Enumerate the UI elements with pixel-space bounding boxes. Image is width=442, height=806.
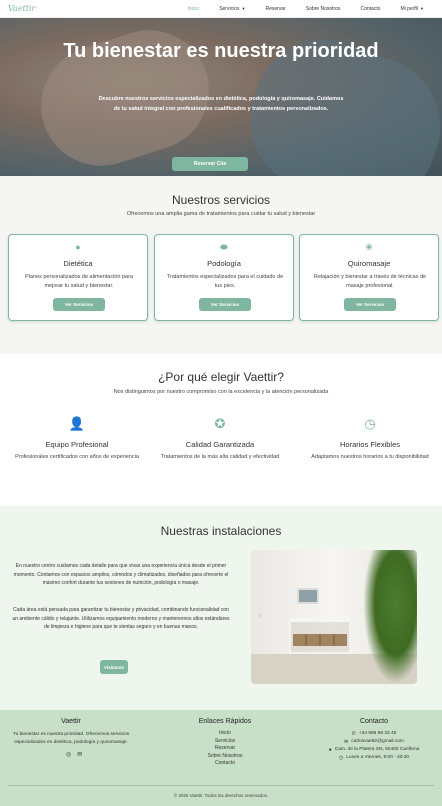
- footer-contact: ✆ +34 686 98 33 45 ✉ carlosvaettir@gmail.c…: [318, 730, 430, 762]
- section-subtitle: Ofrecemos una amplia gama de tratamiento…: [126, 211, 316, 217]
- footer-link-sobre-nosotros[interactable]: Sobre Nosotros: [185, 753, 265, 761]
- footer-link-reservar[interactable]: Reservar: [185, 745, 265, 753]
- apple-icon: ●: [75, 242, 81, 252]
- chevron-down-icon: ▼: [420, 6, 424, 11]
- footer-contact-title: Contacto: [359, 718, 389, 725]
- footer-link-contacto[interactable]: Contacto: [185, 760, 265, 768]
- footer-about-title: Vaettir: [61, 718, 81, 725]
- plant: [363, 550, 417, 684]
- footer-divider: [8, 785, 434, 786]
- clock-icon: ◷: [338, 755, 344, 761]
- reserve-appointment-button[interactable]: Reservar Cita: [172, 157, 248, 171]
- nav-item-inicio[interactable]: Inicio: [178, 6, 210, 12]
- footer: Vaettir Tu bienestar es nuestra priorida…: [0, 710, 442, 806]
- footer-links-title: Enlaces Rápidos: [198, 718, 252, 725]
- nav-item-label: Servicios: [219, 6, 240, 12]
- clock-icon: ◷: [364, 416, 376, 431]
- hero-subtitle: Descubre nuestros servicios especializad…: [98, 96, 344, 112]
- nav-item-servicios[interactable]: Servicios ▼: [209, 6, 255, 12]
- hero-title: Tu bienestar es nuestra prioridad: [63, 40, 379, 62]
- nav-item-sobre-nosotros[interactable]: Sobre Nosotros: [296, 6, 351, 12]
- facilities-paragraph: Cada área está pensada para garantizar t…: [12, 607, 230, 631]
- service-card-podologia: ⬬ Podología Tratamientos especializados …: [154, 234, 294, 321]
- chevron-down-icon: ▼: [241, 6, 246, 11]
- nav-item-mi-perfil[interactable]: Mi perfil ▼: [391, 6, 434, 12]
- footer-link-servicios[interactable]: Servicios: [185, 738, 265, 746]
- visit-us-button[interactable]: Visítanos: [100, 660, 128, 674]
- feature-description: Profesionales certificados con años de e…: [15, 454, 139, 460]
- nav-item-label: Mi perfil: [400, 6, 419, 12]
- facilities-paragraph: En nuestro centro cuidamos cada detalle …: [13, 563, 229, 587]
- card-description: Planes personalizados de alimentación pa…: [25, 274, 133, 289]
- feature-calidad: ✪ Calidad Garantizada Tratamientos de la…: [155, 416, 285, 462]
- card-title: Podología: [207, 259, 241, 268]
- feature-title: Equipo Profesional: [45, 440, 109, 449]
- feature-equipo: 👤 Equipo Profesional Profesionales certi…: [12, 416, 142, 462]
- card-description: Relajación y bienestar a través de técni…: [313, 274, 427, 289]
- view-services-button[interactable]: Ver Servicios: [53, 298, 105, 311]
- facilities-section: Nuestras instalaciones En nuestro centro…: [0, 506, 442, 710]
- pills-icon: ⬬: [220, 242, 228, 252]
- card-title: Quiromasaje: [347, 259, 391, 268]
- feature-title: Calidad Garantizada: [185, 440, 255, 449]
- instagram-icon[interactable]: ◎: [66, 751, 71, 758]
- location-icon: ●: [328, 747, 332, 753]
- logo[interactable]: Vaettir: [8, 4, 35, 13]
- navbar: Vaettir Inicio Servicios ▼ Reservar Sobre…: [0, 0, 442, 18]
- nav-item-contacto[interactable]: Contacto: [351, 6, 391, 12]
- section-title: ¿Por qué elegir Vaettir?: [158, 370, 284, 384]
- contact-address: ● Cam. de la Platera SN, 50400 Cariñena: [328, 747, 420, 753]
- card-description: Tratamientos especializados para el cuid…: [166, 274, 284, 289]
- contact-phone: ✆ +34 686 98 33 45: [351, 731, 397, 737]
- feature-description: Tratamientos de la más alta calidad y ef…: [160, 454, 280, 460]
- services-section: Nuestros servicios Ofrecemos una amplia …: [0, 176, 442, 354]
- why-section: ¿Por qué elegir Vaettir? Nos distinguimo…: [0, 354, 442, 506]
- copyright: © 2025 Vaettir. Todos los derechos reser…: [173, 793, 269, 798]
- card-title: Dietética: [63, 259, 93, 268]
- wall-picture: [297, 588, 319, 604]
- chevron-left-icon[interactable]: ‹: [259, 610, 262, 620]
- doctor-icon: 👤: [68, 416, 86, 431]
- feature-horarios: ◷ Horarios Flexibles Adaptamos nuestros …: [305, 416, 435, 462]
- section-title: Nuestros servicios: [171, 193, 271, 207]
- footer-about-text: Tu bienestar es nuestra prioridad. Ofrec…: [12, 732, 130, 745]
- hero: Tu bienestar es nuestra prioridad Descub…: [0, 18, 442, 176]
- social-links: ◎ ✉: [66, 751, 82, 758]
- mail-icon: ✉: [344, 739, 349, 745]
- facilities-carousel[interactable]: ‹: [251, 550, 417, 684]
- contact-email: ✉ carlosvaettir@gmail.com: [344, 739, 404, 745]
- lotus-icon: ❀: [365, 242, 373, 252]
- view-services-button[interactable]: Ver Servicios: [344, 298, 396, 311]
- feature-description: Adaptamos nuestros horarios a tu disponi…: [311, 454, 429, 460]
- contact-hours: ◷ Lunes a Viernes, 9:00 - 20:30: [338, 755, 410, 761]
- section-subtitle: Nos distinguimos por nuestro compromiso …: [113, 389, 329, 395]
- footer-links: Inicio Servicios Reservar Sobre Nosotros…: [185, 730, 265, 768]
- phone-icon: ✆: [351, 731, 356, 737]
- nav-links: Inicio Servicios ▼ Reservar Sobre Nosotro…: [178, 0, 435, 18]
- footer-link-inicio[interactable]: Inicio: [185, 730, 265, 738]
- section-title: Nuestras instalaciones: [160, 524, 282, 538]
- feature-title: Horarios Flexibles: [339, 440, 401, 449]
- service-card-quiromasaje: ❀ Quiromasaje Relajación y bienestar a t…: [299, 234, 439, 321]
- service-card-dietetica: ● Dietética Planes personalizados de ali…: [8, 234, 148, 321]
- nav-item-reservar[interactable]: Reservar: [255, 6, 295, 12]
- certificate-icon: ✪: [214, 416, 226, 431]
- baskets: [293, 634, 347, 646]
- view-services-button[interactable]: Ver Servicios: [199, 298, 251, 311]
- mail-icon[interactable]: ✉: [77, 751, 82, 758]
